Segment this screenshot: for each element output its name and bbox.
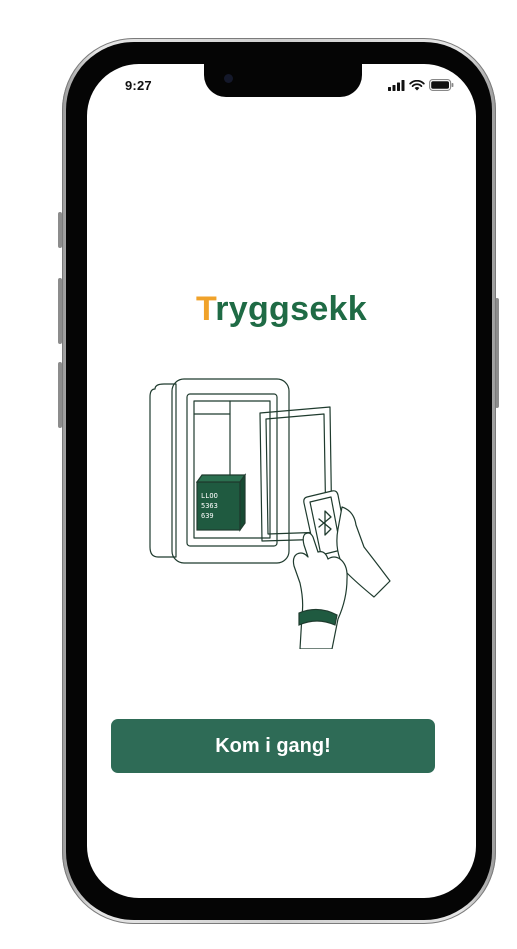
wifi-icon [409,79,425,90]
phone-frame: 9:27 Tryggsekk LLOO 5363 639 Kom i gang! [62,38,496,924]
logo-first-letter: T [196,290,216,328]
cellular-signal-icon [388,79,405,91]
parcel-label-line1: LLOO [201,492,218,500]
app-logo: Tryggsekk [87,290,476,329]
logo-rest: ryggsekk [215,290,367,328]
status-icons [388,79,454,91]
status-time: 9:27 [125,78,152,93]
phone-bezel: 9:27 Tryggsekk LLOO 5363 639 Kom i gang! [66,42,492,920]
locker-phone-illustration: LLOO 5363 639 [149,378,391,649]
get-started-button[interactable]: Kom i gang! [111,719,435,773]
notch [204,64,362,97]
app-screenshot: 9:27 Tryggsekk LLOO 5363 639 Kom i gang! [0,0,517,949]
app-screen: 9:27 Tryggsekk LLOO 5363 639 Kom i gang! [87,64,476,898]
parcel-label-line2: 5363 [201,502,218,510]
front-camera [224,74,233,83]
parcel-label-line3: 639 [201,512,214,520]
battery-icon [429,79,454,91]
